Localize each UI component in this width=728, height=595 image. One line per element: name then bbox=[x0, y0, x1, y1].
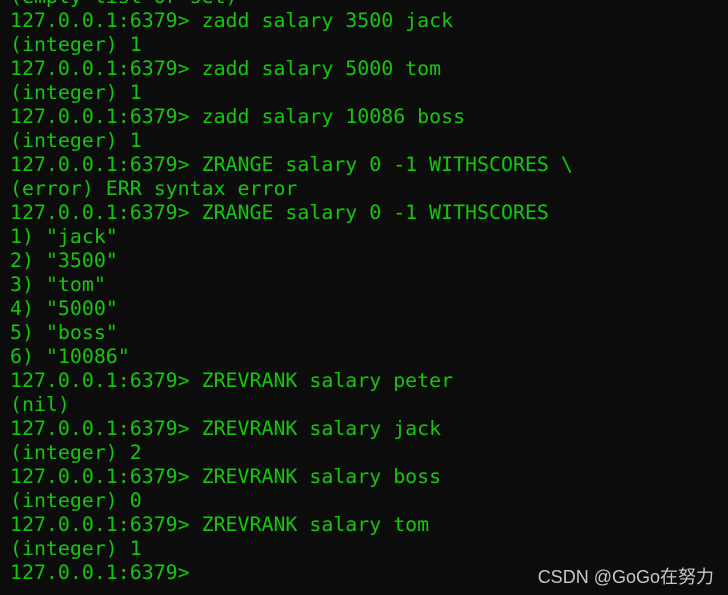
terminal-line: (integer) 1 bbox=[10, 537, 142, 560]
terminal-output[interactable]: (empty list or set)127.0.0.1:6379> zadd … bbox=[10, 0, 573, 585]
terminal-line: 5) "boss" bbox=[10, 321, 118, 344]
watermark: CSDN @GoGo在努力 bbox=[537, 567, 714, 587]
terminal-line: 127.0.0.1:6379> zadd salary 3500 jack bbox=[10, 9, 454, 32]
terminal-line: (integer) 2 bbox=[10, 441, 142, 464]
terminal-line: 127.0.0.1:6379> ZREVRANK salary boss bbox=[10, 465, 442, 488]
terminal-line: 127.0.0.1:6379> ZREVRANK salary tom bbox=[10, 513, 430, 536]
prompt-line: 127.0.0.1:6379> bbox=[10, 561, 202, 584]
terminal-line: 127.0.0.1:6379> ZREVRANK salary peter bbox=[10, 369, 454, 392]
terminal-line: 127.0.0.1:6379> ZRANGE salary 0 -1 WITHS… bbox=[10, 201, 549, 224]
terminal-line: (integer) 1 bbox=[10, 33, 142, 56]
terminal-line: 127.0.0.1:6379> zadd salary 10086 boss bbox=[10, 105, 466, 128]
terminal-line: 4) "5000" bbox=[10, 297, 118, 320]
terminal-line: 6) "10086" bbox=[10, 345, 130, 368]
terminal-line: (integer) 1 bbox=[10, 81, 142, 104]
terminal-line: (empty list or set) bbox=[10, 0, 573, 9]
terminal-line: 127.0.0.1:6379> ZREVRANK salary jack bbox=[10, 417, 442, 440]
terminal-line: (nil) bbox=[10, 393, 70, 416]
terminal-line: (integer) 0 bbox=[10, 489, 142, 512]
terminal-line: 1) "jack" bbox=[10, 225, 118, 248]
terminal-line: 2) "3500" bbox=[10, 249, 118, 272]
terminal-line: 3) "tom" bbox=[10, 273, 106, 296]
terminal-line: (error) ERR syntax error bbox=[10, 177, 298, 200]
terminal-line: 127.0.0.1:6379> zadd salary 5000 tom bbox=[10, 57, 442, 80]
terminal-line: (integer) 1 bbox=[10, 129, 142, 152]
terminal-line: 127.0.0.1:6379> ZRANGE salary 0 -1 WITHS… bbox=[10, 153, 573, 176]
